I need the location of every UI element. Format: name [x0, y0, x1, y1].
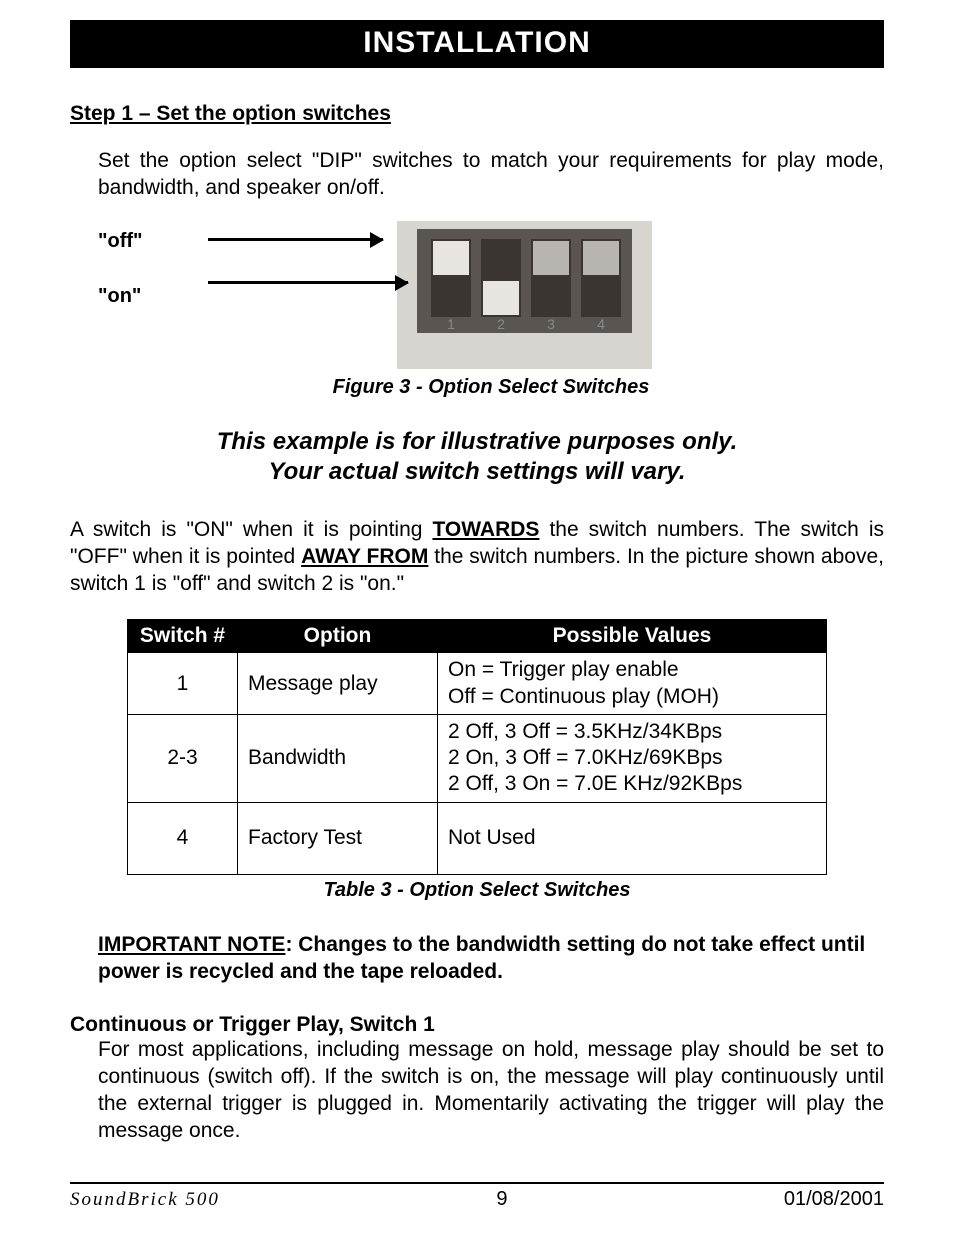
td-pv-3: Not Used — [438, 802, 827, 874]
th-switch: Switch # — [128, 620, 238, 653]
td-pv-1: On = Trigger play enableOff = Continuous… — [438, 653, 827, 715]
page-footer: SoundBrick 500 9 01/08/2001 — [70, 1182, 884, 1211]
illustrative-note: This example is for illustrative purpose… — [70, 427, 884, 487]
important-note: IMPORTANT NOTE: Changes to the bandwidth… — [70, 932, 884, 986]
continuous-paragraph: For most applications, including message… — [70, 1037, 884, 1145]
table-caption: Table 3 - Option Select Switches — [70, 879, 884, 902]
svg-text:1: 1 — [447, 316, 455, 332]
arrow-on-icon — [208, 281, 408, 284]
switch-description: A switch is "ON" when it is pointing TOW… — [70, 517, 884, 598]
td-sw-2: 2-3 — [128, 714, 238, 802]
step1-paragraph: Set the option select "DIP" switches to … — [70, 148, 884, 202]
td-sw-3: 4 — [128, 802, 238, 874]
table-row: 4 Factory Test Not Used — [128, 802, 827, 874]
th-option: Option — [238, 620, 438, 653]
switch-table: Switch # Option Possible Values 1 Messag… — [127, 619, 827, 874]
footer-date: 01/08/2001 — [784, 1188, 884, 1211]
footer-page-number: 9 — [496, 1188, 507, 1211]
td-pv-2: 2 Off, 3 Off = 3.5KHz/34KBps2 On, 3 Off … — [438, 714, 827, 802]
figure-block: "off" "on" — [70, 220, 884, 399]
illustrative-line1: This example is for illustrative purpose… — [70, 427, 884, 457]
table-header-row: Switch # Option Possible Values — [128, 620, 827, 653]
off-label: "off" — [98, 230, 208, 253]
on-label: "on" — [98, 285, 208, 308]
td-op-3: Factory Test — [238, 802, 438, 874]
illustrative-line2: Your actual switch settings will vary. — [70, 457, 884, 487]
continuous-heading: Continuous or Trigger Play, Switch 1 — [70, 1013, 884, 1037]
footer-product: SoundBrick 500 — [70, 1189, 220, 1211]
switch-desc-part1: A switch is "ON" when it is pointing — [70, 518, 432, 541]
td-op-1: Message play — [238, 653, 438, 715]
table-row: 1 Message play On = Trigger play enableO… — [128, 653, 827, 715]
important-note-lead: IMPORTANT NOTE — [98, 933, 285, 956]
svg-text:3: 3 — [547, 316, 555, 332]
dip-switch-image: 1 2 3 4 — [394, 220, 654, 370]
th-values: Possible Values — [438, 620, 827, 653]
table-row: 2-3 Bandwidth 2 Off, 3 Off = 3.5KHz/34KB… — [128, 714, 827, 802]
arrow-off-icon — [208, 238, 383, 241]
figure-caption: Figure 3 - Option Select Switches — [98, 376, 884, 399]
section-banner: INSTALLATION — [70, 20, 884, 68]
awayfrom-emph: AWAY FROM — [301, 545, 428, 568]
td-sw-1: 1 — [128, 653, 238, 715]
towards-emph: TOWARDS — [432, 518, 539, 541]
svg-text:4: 4 — [597, 316, 605, 332]
step1-heading: Step 1 – Set the option switches — [70, 102, 884, 126]
td-op-2: Bandwidth — [238, 714, 438, 802]
svg-text:2: 2 — [497, 316, 505, 332]
